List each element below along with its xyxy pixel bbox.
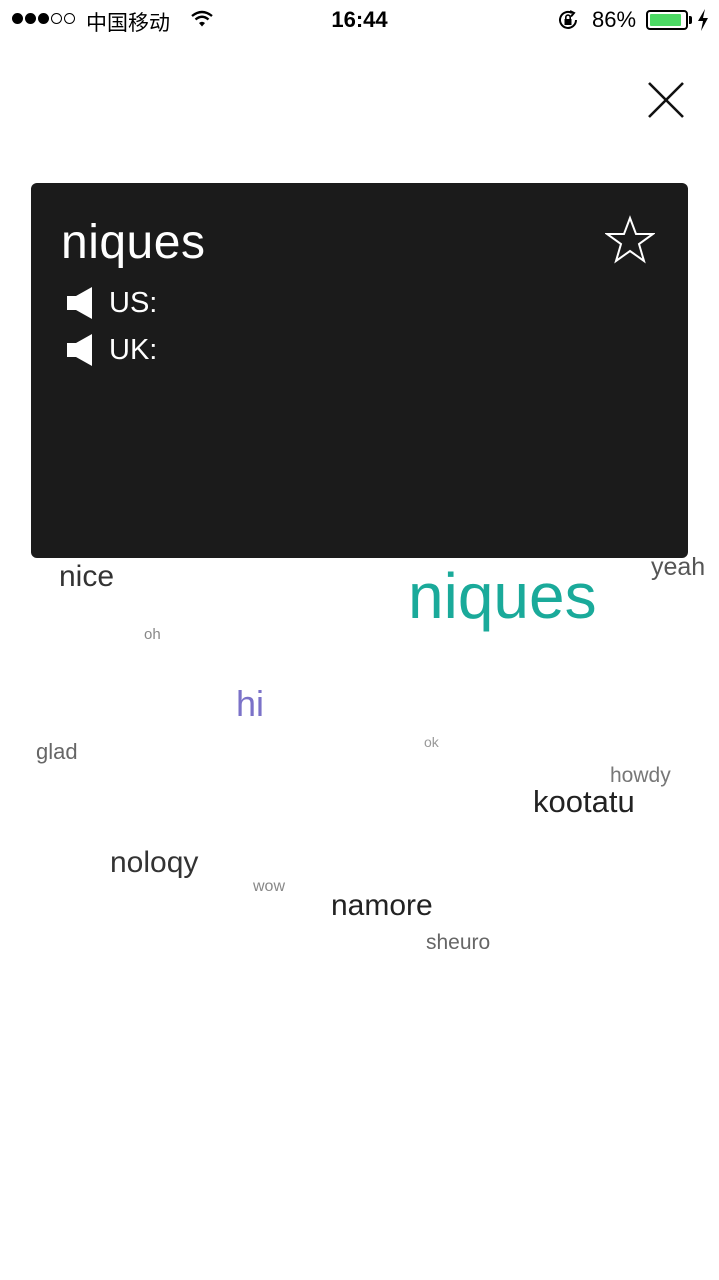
cloud-word[interactable]: nice [59, 562, 114, 592]
word-card: niques US: UK: [31, 183, 688, 558]
cloud-word[interactable]: kootatu [533, 786, 635, 817]
battery-level-fill [650, 14, 681, 26]
cloud-word[interactable]: oh [144, 627, 161, 642]
cloud-word-accent[interactable]: hi [236, 686, 264, 722]
cloud-word[interactable]: glad [36, 741, 78, 763]
cloud-word[interactable]: sheuro [426, 932, 490, 953]
us-pronunciation-label: US: [109, 286, 158, 319]
cloud-word[interactable]: howdy [610, 765, 671, 786]
close-icon [648, 82, 684, 118]
speaker-icon [67, 287, 92, 319]
orientation-lock-icon [556, 8, 580, 38]
favorite-button[interactable] [603, 215, 657, 265]
cloud-word[interactable]: namore [331, 891, 433, 921]
uk-pronunciation-label: UK: [109, 333, 158, 366]
cloud-word[interactable]: ok [424, 735, 439, 749]
charging-bolt-icon [697, 9, 709, 37]
battery-nub [689, 16, 692, 24]
uk-pronunciation-button[interactable]: UK: [65, 333, 157, 367]
status-bar: 中国移动 16:44 86% [0, 0, 719, 40]
speaker-icon [67, 334, 92, 366]
star-outline-icon [603, 215, 657, 264]
close-button[interactable] [644, 78, 688, 122]
cloud-word[interactable]: yeah [651, 555, 705, 580]
cloud-word-highlighted[interactable]: niques [408, 564, 597, 628]
us-pronunciation-button[interactable]: US: [65, 286, 157, 320]
card-word-title: niques [61, 216, 206, 269]
battery-icon [646, 10, 688, 30]
cloud-word[interactable]: noloqy [110, 848, 198, 878]
battery-percent: 86% [592, 7, 637, 32]
cloud-word[interactable]: wow [253, 879, 285, 895]
